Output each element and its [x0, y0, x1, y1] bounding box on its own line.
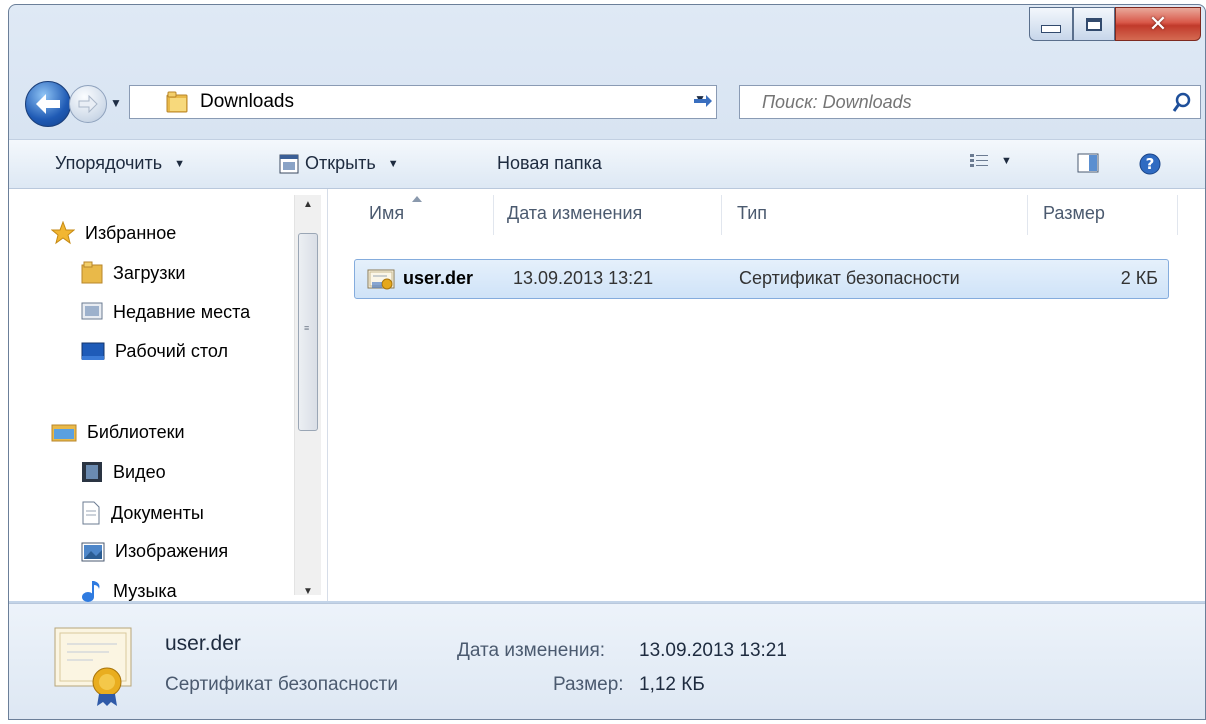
search-input[interactable]: [760, 90, 1144, 114]
nav-item-downloads[interactable]: Загрузки: [81, 261, 185, 285]
details-pane: user.der Сертификат безопасности Дата из…: [9, 603, 1205, 719]
close-button[interactable]: ✕: [1115, 7, 1201, 41]
back-button[interactable]: [25, 81, 71, 127]
file-size: 2 КБ: [1120, 268, 1158, 288]
organize-label: Упорядочить: [55, 153, 163, 173]
nav-item-label: Документы: [111, 502, 204, 523]
scroll-down-arrow-icon[interactable]: ▼: [295, 586, 321, 597]
scroll-up-arrow-icon[interactable]: ▲: [295, 199, 321, 210]
search-icon[interactable]: [1172, 92, 1192, 114]
chevron-down-icon: ▼: [1001, 155, 1012, 167]
certificate-file-icon: [367, 269, 395, 290]
column-header-size[interactable]: Размер: [1043, 203, 1105, 224]
downloads-folder-icon: [81, 261, 103, 284]
open-label: Открыть: [305, 153, 376, 173]
explorer-window: ✕ ▼ Downloads ▼: [8, 4, 1206, 720]
search-box[interactable]: [739, 85, 1201, 119]
nav-item-videos[interactable]: Видео: [81, 461, 166, 483]
maximize-icon: [1086, 17, 1102, 31]
nav-item-label: Видео: [113, 461, 166, 482]
maximize-button[interactable]: [1073, 7, 1115, 41]
address-bar[interactable]: Downloads ▼: [129, 85, 717, 119]
minimize-icon: [1041, 25, 1061, 33]
new-folder-button[interactable]: Новая папка: [497, 153, 602, 174]
new-folder-label: Новая папка: [497, 153, 602, 173]
caption-buttons: ✕: [1029, 7, 1201, 43]
nav-item-desktop[interactable]: Рабочий стол: [81, 341, 228, 362]
nav-favorites-label: Избранное: [85, 222, 177, 243]
nav-item-label: Загрузки: [113, 262, 186, 283]
column-header-modified[interactable]: Дата изменения: [507, 203, 642, 224]
nav-item-recent-places[interactable]: Недавние места: [81, 301, 250, 323]
details-modified-label: Дата изменения:: [457, 640, 606, 661]
preview-pane-button[interactable]: [1077, 153, 1099, 173]
grip-icon: ≡: [304, 323, 310, 333]
minimize-button[interactable]: [1029, 7, 1073, 41]
nav-libraries-label: Библиотеки: [87, 421, 185, 442]
sort-ascending-icon: [412, 196, 422, 202]
refresh-icon: [694, 95, 712, 107]
preview-pane-icon: [1077, 153, 1099, 173]
file-type: Сертификат безопасности: [739, 268, 960, 288]
libraries-icon: [51, 424, 77, 442]
view-list-icon: [970, 154, 988, 167]
chevron-down-icon: ▼: [174, 157, 186, 170]
recent-places-icon: [81, 302, 103, 320]
help-icon: ?: [1139, 153, 1161, 175]
pictures-icon: [81, 542, 105, 561]
refresh-button[interactable]: [685, 85, 723, 119]
command-bar: Упорядочить ▼ Открыть ▼ Новая папка ▼ ?: [9, 139, 1205, 189]
nav-item-label: Изображения: [115, 541, 229, 561]
documents-icon: [82, 501, 100, 525]
file-row[interactable]: user.der 13.09.2013 13:21 Сертификат без…: [354, 259, 1169, 299]
nav-favorites[interactable]: Избранное: [51, 221, 176, 245]
navigation-bar: ▼ Downloads ▼: [9, 81, 1205, 127]
forward-arrow-icon: [78, 95, 98, 113]
details-modified-value: 13.09.2013 13:21: [639, 640, 787, 661]
column-divider[interactable]: [493, 195, 494, 235]
nav-item-pictures[interactable]: Изображения: [81, 541, 228, 562]
pane-splitter[interactable]: [327, 189, 328, 601]
nav-item-documents[interactable]: Документы: [81, 501, 204, 525]
svg-text:?: ?: [1146, 155, 1155, 173]
file-name: user.der: [403, 268, 474, 288]
forward-button[interactable]: [69, 85, 107, 123]
video-icon: [82, 462, 102, 482]
column-divider[interactable]: [721, 195, 722, 235]
nav-item-label: Недавние места: [113, 301, 251, 322]
column-divider[interactable]: [1177, 195, 1178, 235]
content-area: Избранное Загрузки Недавние места Рабочи…: [9, 189, 1205, 603]
close-icon: ✕: [1148, 11, 1168, 37]
details-file-name: user.der: [165, 632, 241, 655]
nav-item-label: Рабочий стол: [115, 341, 228, 361]
music-icon: [82, 581, 100, 602]
folder-icon: [166, 91, 188, 113]
view-options-button[interactable]: ▼: [969, 153, 1012, 169]
nav-libraries[interactable]: Библиотеки: [51, 421, 185, 443]
chevron-down-icon: ▼: [387, 157, 399, 170]
certificate-large-icon: [54, 627, 132, 706]
column-header-name[interactable]: Имя: [369, 203, 404, 224]
address-text: Downloads: [200, 91, 294, 112]
column-header-type[interactable]: Тип: [737, 203, 767, 224]
navigation-pane: Избранное Загрузки Недавние места Рабочи…: [9, 189, 321, 603]
details-size-label: Размер:: [553, 674, 624, 695]
scroll-thumb[interactable]: ≡: [298, 233, 318, 431]
details-size-value: 1,12 КБ: [639, 674, 705, 695]
recent-pages-dropdown[interactable]: ▼: [107, 91, 125, 115]
star-icon: [51, 221, 75, 245]
open-menu[interactable]: Открыть ▼: [279, 153, 399, 174]
details-file-type: Сертификат безопасности: [165, 674, 398, 695]
column-divider[interactable]: [1027, 195, 1028, 235]
open-app-icon: [279, 154, 299, 173]
back-arrow-icon: [36, 94, 60, 114]
file-modified: 13.09.2013 13:21: [513, 268, 654, 288]
desktop-icon: [81, 342, 105, 360]
nav-scrollbar[interactable]: ▲ ≡ ▼: [294, 195, 321, 597]
nav-item-label: Музыка: [113, 580, 177, 601]
nav-item-music[interactable]: Музыка: [81, 579, 177, 603]
help-button[interactable]: ?: [1139, 153, 1161, 175]
organize-menu[interactable]: Упорядочить ▼: [55, 153, 185, 174]
